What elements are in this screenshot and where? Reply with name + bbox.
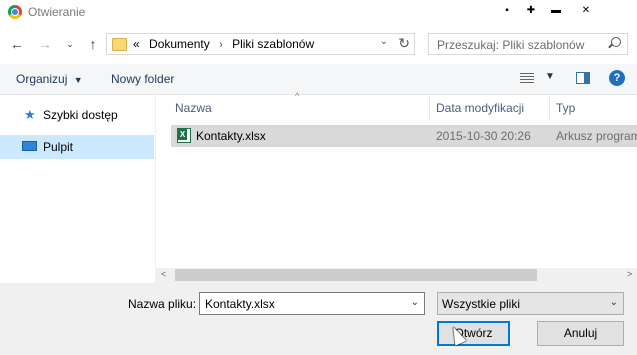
star-icon: ★: [24, 107, 36, 122]
column-header-name[interactable]: Nazwa: [175, 101, 212, 115]
cancel-button[interactable]: Anuluj: [537, 321, 624, 346]
sidebar-item-desktop[interactable]: Pulpit: [0, 135, 154, 159]
pin-icon[interactable]: ▬: [549, 4, 563, 18]
sidebar-item-label: Pulpit: [43, 140, 74, 154]
command-bar: Organizuj ▼ Nowy folder ▼ ?: [0, 64, 637, 95]
chrome-app-icon: [8, 5, 22, 19]
minimize-icon[interactable]: ▪: [500, 4, 514, 18]
window-title: Otwieranie: [28, 5, 86, 19]
address-bar[interactable]: « Dokumenty › Pliki szablonów ⌄ ↻: [106, 33, 415, 55]
refresh-icon[interactable]: ↻: [398, 35, 410, 52]
column-divider[interactable]: [549, 97, 550, 119]
horizontal-scrollbar[interactable]: < >: [155, 268, 637, 283]
up-arrow-icon[interactable]: ↑: [85, 36, 101, 52]
filetype-value: Wszystkie pliki: [442, 297, 521, 311]
preview-pane-icon[interactable]: [576, 72, 590, 84]
filetype-select[interactable]: Wszystkie pliki ⌄: [437, 292, 624, 315]
title-bar: Otwieranie ▪ ✚ ▬ ✕: [0, 0, 637, 26]
file-modified: 2015-10-30 20:26: [436, 129, 531, 143]
maximize-icon[interactable]: ✚: [524, 4, 538, 18]
search-input[interactable]: [435, 37, 599, 53]
search-box[interactable]: [428, 33, 628, 55]
column-divider[interactable]: [429, 97, 430, 119]
column-header-date[interactable]: Data modyfikacji: [436, 101, 524, 115]
back-arrow-icon[interactable]: ←: [9, 36, 25, 52]
scrollbar-thumb[interactable]: [175, 269, 537, 281]
sidebar-item-label: Szybki dostęp: [43, 108, 118, 122]
breadcrumb-item-pliki-szablonow[interactable]: Pliki szablonów: [232, 37, 314, 51]
filename-combobox[interactable]: ⌄: [199, 292, 425, 315]
open-button[interactable]: Otwórz: [437, 321, 510, 346]
breadcrumb-overflow[interactable]: «: [133, 37, 140, 51]
help-icon[interactable]: ?: [609, 70, 625, 86]
breadcrumb: « Dokumenty › Pliki szablonów: [133, 37, 320, 51]
filename-label: Nazwa pliku:: [128, 297, 197, 311]
scroll-right-icon[interactable]: >: [627, 269, 632, 279]
breadcrumb-separator: ›: [219, 39, 223, 51]
chevron-down-icon: ▼: [73, 75, 83, 85]
view-dropdown-icon[interactable]: ▼: [545, 71, 555, 82]
search-icon[interactable]: [611, 37, 621, 47]
organize-label: Organizuj: [16, 72, 68, 86]
scroll-left-icon[interactable]: <: [161, 269, 166, 279]
forward-arrow-icon[interactable]: →: [37, 36, 53, 52]
chevron-down-icon[interactable]: ⌄: [411, 297, 419, 308]
close-icon[interactable]: ✕: [579, 4, 593, 18]
file-type: Arkusz program: [556, 129, 637, 143]
file-name: Kontakty.xlsx: [196, 129, 266, 143]
chevron-down-icon: ⌄: [609, 297, 618, 308]
navigation-pane: ★ Szybki dostęp Pulpit: [0, 95, 156, 285]
file-list: ^ Nazwa Data modyfikacji Typ Kontakty.xl…: [163, 91, 637, 268]
filename-input[interactable]: [203, 296, 403, 312]
file-row[interactable]: Kontakty.xlsx 2015-10-30 20:26 Arkusz pr…: [171, 125, 637, 147]
excel-file-icon: [177, 128, 191, 143]
desktop-icon: [22, 141, 37, 151]
chevron-down-icon[interactable]: ⌄: [62, 36, 78, 52]
view-options-icon[interactable]: [520, 73, 534, 84]
sidebar-item-quick-access[interactable]: ★ Szybki dostęp: [0, 103, 154, 127]
dialog-footer: Nazwa pliku: ⌄ Wszystkie pliki ⌄ Otwórz …: [0, 283, 637, 355]
organize-button[interactable]: Organizuj ▼: [16, 72, 83, 86]
breadcrumb-item-dokumenty[interactable]: Dokumenty: [149, 37, 210, 51]
folder-icon: [112, 38, 127, 51]
column-header-type[interactable]: Typ: [556, 101, 575, 115]
sort-arrow-icon: ^: [295, 91, 300, 101]
address-dropdown-icon[interactable]: ⌄: [380, 36, 388, 47]
new-folder-button[interactable]: Nowy folder: [111, 72, 174, 86]
